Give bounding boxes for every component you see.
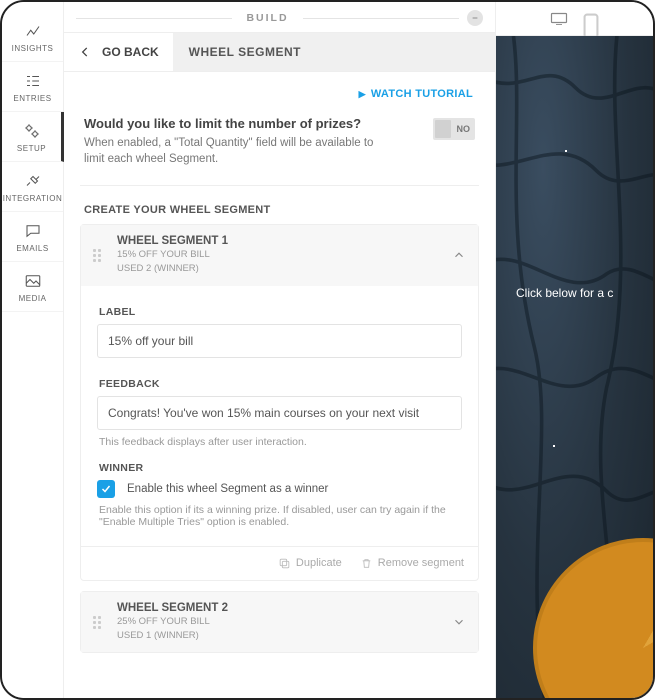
main-column: BUILD GO BACK WHEEL SEGMENT WATCH TUTORI…: [64, 2, 495, 698]
segment-title: WHEEL SEGMENT 1: [117, 235, 452, 247]
check-icon: [100, 483, 112, 495]
limit-prizes-toggle[interactable]: NO: [433, 118, 475, 140]
duplicate-icon: [278, 557, 291, 570]
create-segment-heading: CREATE YOUR WHEEL SEGMENT: [80, 186, 479, 224]
label-heading: LABEL: [99, 306, 462, 318]
winner-checkbox-label: Enable this wheel Segment as a winner: [127, 483, 328, 495]
segment-used: USED 1 (WINNER): [117, 629, 452, 642]
limit-prizes-question: Would you like to limit the number of pr…: [84, 116, 423, 131]
nav-media[interactable]: MEDIA: [2, 262, 63, 312]
winner-heading: WINNER: [99, 462, 462, 474]
divider: [76, 18, 232, 19]
nav-label: ENTRIES: [13, 94, 51, 103]
duplicate-label: Duplicate: [296, 557, 342, 569]
watch-tutorial-link[interactable]: WATCH TUTORIAL: [359, 88, 473, 100]
segment-subtitle: 25% OFF YOUR BILL: [117, 615, 452, 628]
device-switch: [496, 2, 653, 36]
minus-icon: [471, 14, 479, 22]
nav-insights[interactable]: INSIGHTS: [2, 12, 63, 62]
segment-footer: Duplicate Remove segment: [81, 546, 478, 580]
drag-handle-icon[interactable]: [93, 249, 105, 262]
go-back-button[interactable]: GO BACK: [64, 33, 173, 71]
go-back-label: GO BACK: [102, 45, 159, 59]
chevron-up-icon: [452, 248, 466, 262]
nav-label: EMAILS: [16, 244, 48, 253]
topbar: BUILD: [64, 2, 495, 32]
nav-label: SETUP: [17, 144, 46, 153]
chevron-left-icon: [78, 45, 92, 59]
nav-label: MEDIA: [19, 294, 47, 303]
plug-icon: [24, 172, 42, 190]
segment-title: WHEEL SEGMENT 2: [117, 602, 452, 614]
nav-setup[interactable]: SETUP: [2, 112, 64, 162]
nav-integration[interactable]: INTEGRATION: [2, 162, 63, 212]
device-mobile-button[interactable]: [582, 12, 600, 26]
remove-segment-button[interactable]: Remove segment: [360, 557, 464, 570]
segment-body: LABEL FEEDBACK This feedback displays af…: [81, 286, 478, 546]
app-window: INSIGHTS ENTRIES SETUP INTEGRATION EMAIL…: [0, 0, 655, 700]
label-input[interactable]: [97, 324, 462, 358]
content-scroll[interactable]: WATCH TUTORIAL Would you like to limit t…: [64, 72, 495, 698]
segment-header[interactable]: WHEEL SEGMENT 1 15% OFF YOUR BILL USED 2…: [81, 225, 478, 286]
segment-used: USED 2 (WINNER): [117, 262, 452, 275]
nav-entries[interactable]: ENTRIES: [2, 62, 63, 112]
trash-icon: [360, 557, 373, 570]
nav-label: INTEGRATION: [3, 194, 63, 203]
feedback-input[interactable]: [97, 396, 462, 430]
collapse-button[interactable]: [467, 10, 483, 26]
segment-card-2: WHEEL SEGMENT 2 25% OFF YOUR BILL USED 1…: [80, 591, 479, 654]
image-icon: [24, 272, 42, 290]
nav-label: INSIGHTS: [12, 44, 54, 53]
limit-prizes-help: When enabled, a "Total Quantity" field w…: [84, 135, 394, 167]
divider: [303, 18, 459, 19]
feedback-help: This feedback displays after user intera…: [99, 436, 462, 448]
winner-help: Enable this option if its a winning priz…: [99, 504, 462, 528]
winner-checkbox[interactable]: [97, 480, 115, 498]
preview-panel: Click below for a c: [495, 2, 653, 698]
device-desktop-button[interactable]: [550, 12, 568, 26]
limit-prizes-section: Would you like to limit the number of pr…: [80, 112, 479, 186]
segment-card-1: WHEEL SEGMENT 1 15% OFF YOUR BILL USED 2…: [80, 224, 479, 581]
desktop-icon: [550, 12, 568, 26]
watch-tutorial-row: WATCH TUTORIAL: [80, 82, 479, 112]
remove-label: Remove segment: [378, 557, 464, 569]
gears-icon: [23, 122, 41, 140]
feedback-heading: FEEDBACK: [99, 378, 462, 390]
left-nav: INSIGHTS ENTRIES SETUP INTEGRATION EMAIL…: [2, 2, 64, 698]
page-title: WHEEL SEGMENT: [173, 33, 495, 71]
list-icon: [24, 72, 42, 90]
build-label: BUILD: [232, 12, 302, 24]
drag-handle-icon[interactable]: [93, 616, 105, 629]
segment-header[interactable]: WHEEL SEGMENT 2 25% OFF YOUR BILL USED 1…: [81, 592, 478, 653]
subheader: GO BACK WHEEL SEGMENT: [64, 32, 495, 72]
chart-icon: [24, 22, 42, 40]
segment-subtitle: 15% OFF YOUR BILL: [117, 248, 452, 261]
duplicate-button[interactable]: Duplicate: [278, 557, 342, 570]
chevron-down-icon: [452, 615, 466, 629]
toggle-value: NO: [457, 124, 471, 134]
nav-emails[interactable]: EMAILS: [2, 212, 63, 262]
preview-canvas: Click below for a c: [496, 36, 653, 698]
chat-icon: [24, 222, 42, 240]
preview-caption: Click below for a c: [516, 286, 653, 300]
